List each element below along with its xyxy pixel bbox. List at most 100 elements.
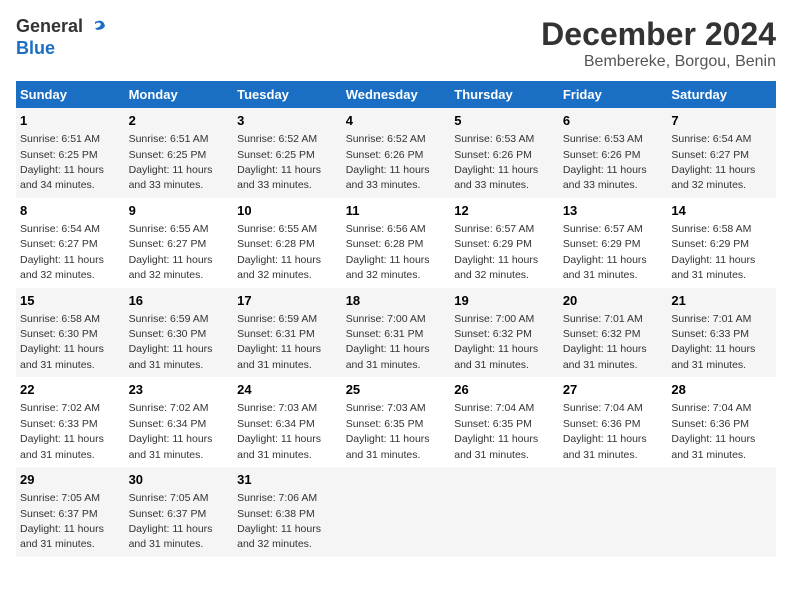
- day-info: Sunrise: 7:01 AMSunset: 6:32 PMDaylight:…: [563, 313, 647, 371]
- calendar-day-cell: 20 Sunrise: 7:01 AMSunset: 6:32 PMDaylig…: [559, 288, 668, 378]
- day-number: 1: [20, 112, 121, 130]
- day-number: 2: [129, 112, 230, 130]
- day-info: Sunrise: 6:55 AMSunset: 6:28 PMDaylight:…: [237, 223, 321, 281]
- calendar-day-cell: 22 Sunrise: 7:02 AMSunset: 6:33 PMDaylig…: [16, 377, 125, 467]
- calendar-day-cell: 23 Sunrise: 7:02 AMSunset: 6:34 PMDaylig…: [125, 377, 234, 467]
- calendar-day-cell: 2 Sunrise: 6:51 AMSunset: 6:25 PMDayligh…: [125, 108, 234, 198]
- calendar-week-row: 1 Sunrise: 6:51 AMSunset: 6:25 PMDayligh…: [16, 108, 776, 198]
- calendar-day-header: Saturday: [667, 81, 776, 108]
- day-info: Sunrise: 7:05 AMSunset: 6:37 PMDaylight:…: [20, 492, 104, 550]
- calendar-week-row: 15 Sunrise: 6:58 AMSunset: 6:30 PMDaylig…: [16, 288, 776, 378]
- calendar-day-cell: [342, 467, 451, 557]
- day-info: Sunrise: 6:57 AMSunset: 6:29 PMDaylight:…: [454, 223, 538, 281]
- calendar-day-cell: 28 Sunrise: 7:04 AMSunset: 6:36 PMDaylig…: [667, 377, 776, 467]
- day-info: Sunrise: 6:58 AMSunset: 6:29 PMDaylight:…: [671, 223, 755, 281]
- day-number: 5: [454, 112, 555, 130]
- day-info: Sunrise: 6:52 AMSunset: 6:26 PMDaylight:…: [346, 133, 430, 191]
- calendar-day-cell: 10 Sunrise: 6:55 AMSunset: 6:28 PMDaylig…: [233, 198, 342, 288]
- day-info: Sunrise: 7:04 AMSunset: 6:36 PMDaylight:…: [563, 402, 647, 460]
- calendar-week-row: 8 Sunrise: 6:54 AMSunset: 6:27 PMDayligh…: [16, 198, 776, 288]
- day-number: 9: [129, 202, 230, 220]
- day-number: 27: [563, 381, 664, 399]
- calendar-day-cell: 3 Sunrise: 6:52 AMSunset: 6:25 PMDayligh…: [233, 108, 342, 198]
- logo: General Blue: [16, 16, 107, 60]
- day-info: Sunrise: 6:53 AMSunset: 6:26 PMDaylight:…: [563, 133, 647, 191]
- day-number: 22: [20, 381, 121, 399]
- calendar-day-cell: 13 Sunrise: 6:57 AMSunset: 6:29 PMDaylig…: [559, 198, 668, 288]
- calendar-day-cell: 26 Sunrise: 7:04 AMSunset: 6:35 PMDaylig…: [450, 377, 559, 467]
- calendar-day-cell: 25 Sunrise: 7:03 AMSunset: 6:35 PMDaylig…: [342, 377, 451, 467]
- day-info: Sunrise: 7:00 AMSunset: 6:31 PMDaylight:…: [346, 313, 430, 371]
- calendar-day-cell: 19 Sunrise: 7:00 AMSunset: 6:32 PMDaylig…: [450, 288, 559, 378]
- calendar-day-cell: 1 Sunrise: 6:51 AMSunset: 6:25 PMDayligh…: [16, 108, 125, 198]
- location: Bembereke, Borgou, Benin: [541, 53, 776, 71]
- calendar-day-header: Tuesday: [233, 81, 342, 108]
- calendar-day-cell: 12 Sunrise: 6:57 AMSunset: 6:29 PMDaylig…: [450, 198, 559, 288]
- day-number: 19: [454, 292, 555, 310]
- calendar-day-cell: 11 Sunrise: 6:56 AMSunset: 6:28 PMDaylig…: [342, 198, 451, 288]
- day-info: Sunrise: 7:03 AMSunset: 6:34 PMDaylight:…: [237, 402, 321, 460]
- day-number: 21: [671, 292, 772, 310]
- header: General Blue December 2024 Bembereke, Bo…: [16, 16, 776, 71]
- day-info: Sunrise: 7:01 AMSunset: 6:33 PMDaylight:…: [671, 313, 755, 371]
- day-info: Sunrise: 6:59 AMSunset: 6:31 PMDaylight:…: [237, 313, 321, 371]
- day-info: Sunrise: 7:00 AMSunset: 6:32 PMDaylight:…: [454, 313, 538, 371]
- day-info: Sunrise: 6:54 AMSunset: 6:27 PMDaylight:…: [20, 223, 104, 281]
- day-number: 18: [346, 292, 447, 310]
- day-number: 23: [129, 381, 230, 399]
- day-info: Sunrise: 7:02 AMSunset: 6:34 PMDaylight:…: [129, 402, 213, 460]
- day-number: 31: [237, 471, 338, 489]
- calendar-day-cell: 21 Sunrise: 7:01 AMSunset: 6:33 PMDaylig…: [667, 288, 776, 378]
- day-info: Sunrise: 6:59 AMSunset: 6:30 PMDaylight:…: [129, 313, 213, 371]
- day-number: 26: [454, 381, 555, 399]
- calendar-day-cell: [450, 467, 559, 557]
- calendar-day-cell: 9 Sunrise: 6:55 AMSunset: 6:27 PMDayligh…: [125, 198, 234, 288]
- title-area: December 2024 Bembereke, Borgou, Benin: [541, 16, 776, 71]
- calendar-day-cell: 31 Sunrise: 7:06 AMSunset: 6:38 PMDaylig…: [233, 467, 342, 557]
- calendar-day-cell: 15 Sunrise: 6:58 AMSunset: 6:30 PMDaylig…: [16, 288, 125, 378]
- calendar-day-cell: 7 Sunrise: 6:54 AMSunset: 6:27 PMDayligh…: [667, 108, 776, 198]
- calendar-day-header: Wednesday: [342, 81, 451, 108]
- day-info: Sunrise: 6:57 AMSunset: 6:29 PMDaylight:…: [563, 223, 647, 281]
- calendar-day-header: Friday: [559, 81, 668, 108]
- day-info: Sunrise: 6:55 AMSunset: 6:27 PMDaylight:…: [129, 223, 213, 281]
- calendar-week-row: 29 Sunrise: 7:05 AMSunset: 6:37 PMDaylig…: [16, 467, 776, 557]
- day-info: Sunrise: 6:53 AMSunset: 6:26 PMDaylight:…: [454, 133, 538, 191]
- calendar-day-cell: 17 Sunrise: 6:59 AMSunset: 6:31 PMDaylig…: [233, 288, 342, 378]
- logo-blue: Blue: [16, 38, 107, 60]
- calendar-day-cell: 5 Sunrise: 6:53 AMSunset: 6:26 PMDayligh…: [450, 108, 559, 198]
- day-info: Sunrise: 7:04 AMSunset: 6:36 PMDaylight:…: [671, 402, 755, 460]
- calendar-day-header: Sunday: [16, 81, 125, 108]
- day-info: Sunrise: 7:04 AMSunset: 6:35 PMDaylight:…: [454, 402, 538, 460]
- day-info: Sunrise: 6:58 AMSunset: 6:30 PMDaylight:…: [20, 313, 104, 371]
- calendar-day-cell: 6 Sunrise: 6:53 AMSunset: 6:26 PMDayligh…: [559, 108, 668, 198]
- calendar-table: SundayMondayTuesdayWednesdayThursdayFrid…: [16, 81, 776, 557]
- day-number: 17: [237, 292, 338, 310]
- day-info: Sunrise: 7:02 AMSunset: 6:33 PMDaylight:…: [20, 402, 104, 460]
- calendar-body: 1 Sunrise: 6:51 AMSunset: 6:25 PMDayligh…: [16, 108, 776, 557]
- calendar-week-row: 22 Sunrise: 7:02 AMSunset: 6:33 PMDaylig…: [16, 377, 776, 467]
- calendar-day-cell: 18 Sunrise: 7:00 AMSunset: 6:31 PMDaylig…: [342, 288, 451, 378]
- logo-general: General: [16, 16, 83, 38]
- day-number: 29: [20, 471, 121, 489]
- day-info: Sunrise: 7:06 AMSunset: 6:38 PMDaylight:…: [237, 492, 321, 550]
- day-info: Sunrise: 7:05 AMSunset: 6:37 PMDaylight:…: [129, 492, 213, 550]
- month-year: December 2024: [541, 16, 776, 53]
- day-number: 14: [671, 202, 772, 220]
- calendar-day-cell: 16 Sunrise: 6:59 AMSunset: 6:30 PMDaylig…: [125, 288, 234, 378]
- calendar-header-row: SundayMondayTuesdayWednesdayThursdayFrid…: [16, 81, 776, 108]
- logo-bird-icon: [85, 16, 107, 38]
- day-info: Sunrise: 6:51 AMSunset: 6:25 PMDaylight:…: [20, 133, 104, 191]
- day-number: 4: [346, 112, 447, 130]
- calendar-day-cell: 8 Sunrise: 6:54 AMSunset: 6:27 PMDayligh…: [16, 198, 125, 288]
- day-number: 11: [346, 202, 447, 220]
- day-number: 16: [129, 292, 230, 310]
- day-number: 12: [454, 202, 555, 220]
- day-number: 28: [671, 381, 772, 399]
- day-info: Sunrise: 6:56 AMSunset: 6:28 PMDaylight:…: [346, 223, 430, 281]
- calendar-day-cell: 30 Sunrise: 7:05 AMSunset: 6:37 PMDaylig…: [125, 467, 234, 557]
- calendar-day-cell: 27 Sunrise: 7:04 AMSunset: 6:36 PMDaylig…: [559, 377, 668, 467]
- calendar-day-cell: 4 Sunrise: 6:52 AMSunset: 6:26 PMDayligh…: [342, 108, 451, 198]
- calendar-day-cell: [667, 467, 776, 557]
- day-info: Sunrise: 6:51 AMSunset: 6:25 PMDaylight:…: [129, 133, 213, 191]
